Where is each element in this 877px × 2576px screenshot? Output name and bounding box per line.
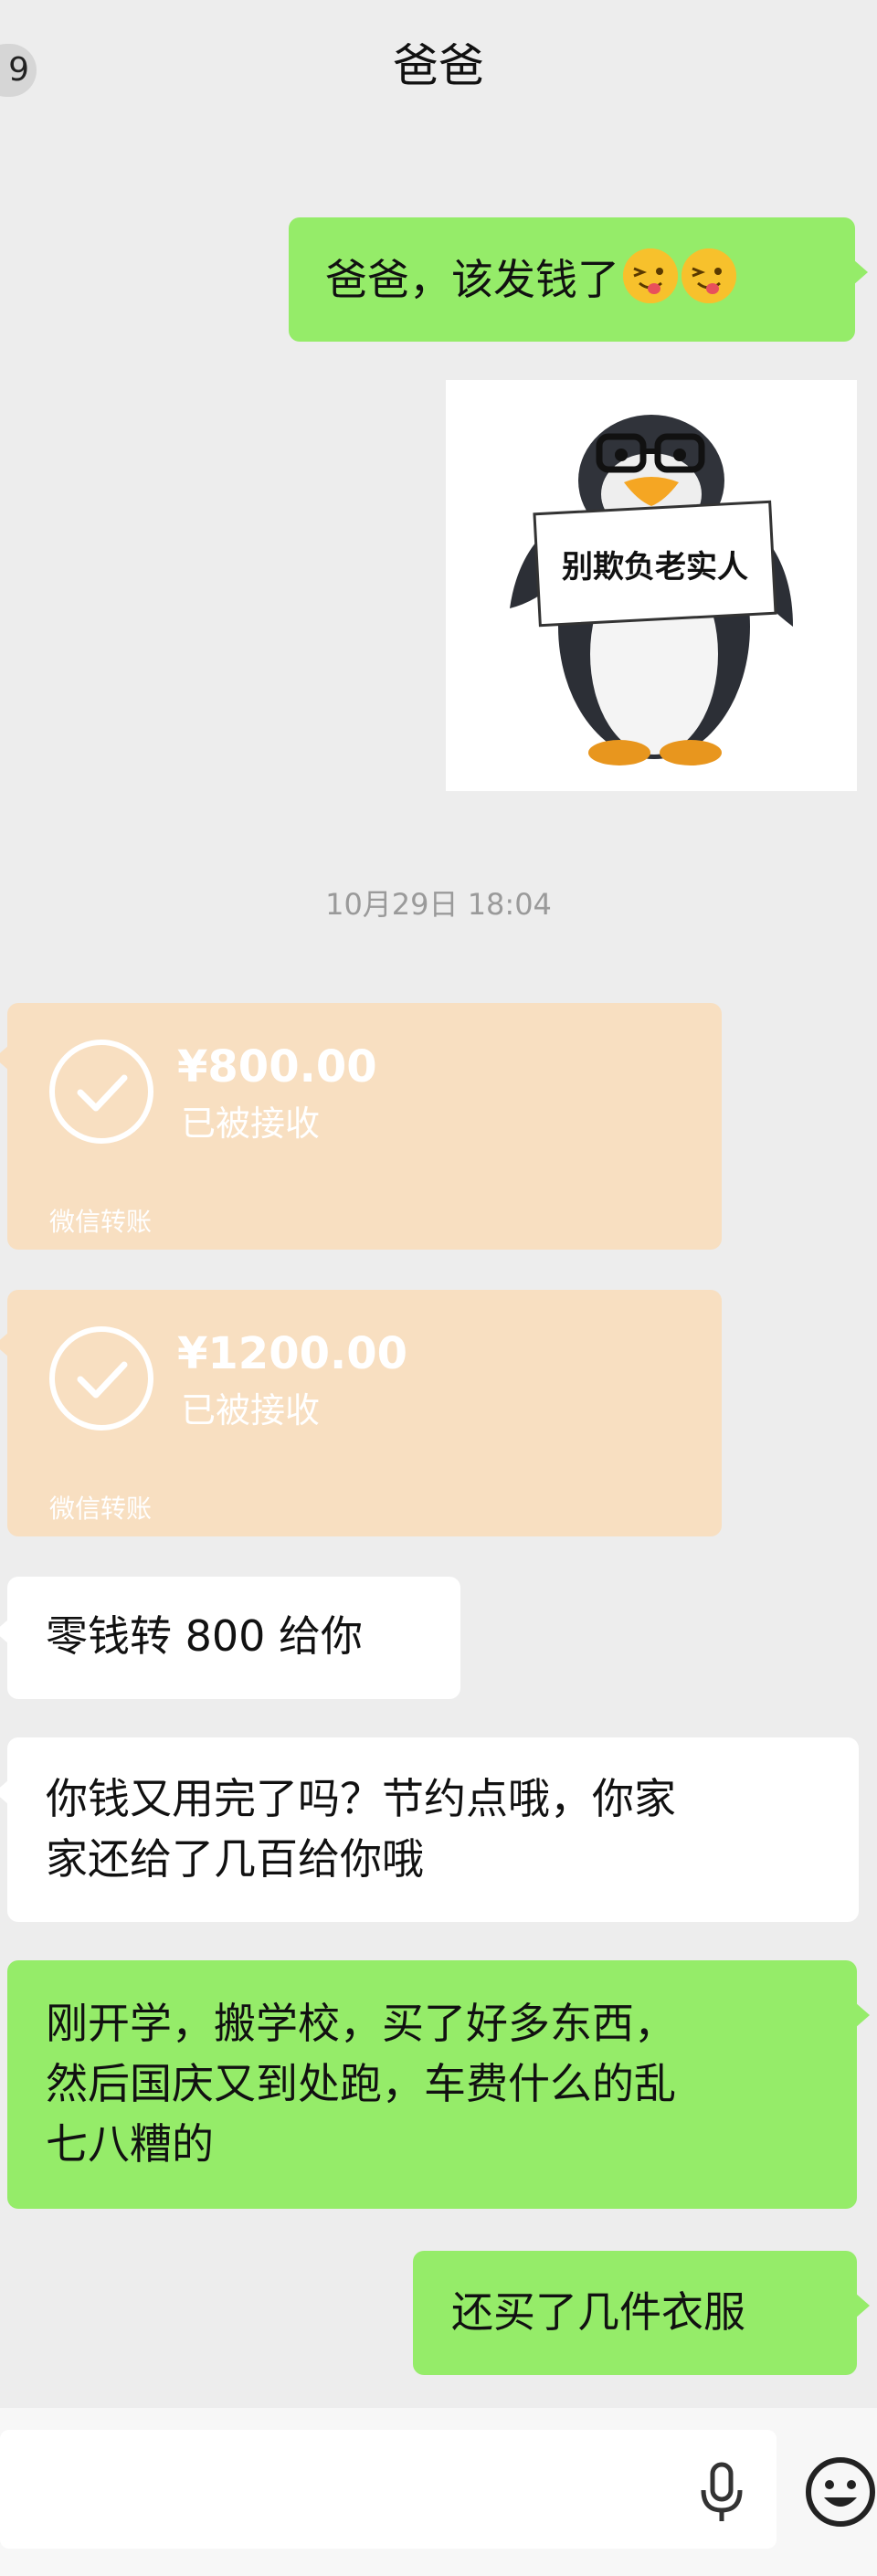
transfer-status: 已被接收 (181, 1103, 321, 1144)
microphone-icon[interactable] (694, 2459, 749, 2525)
squinting-tongue-face-icon (623, 248, 678, 303)
transfer-status: 已被接收 (181, 1390, 321, 1431)
transfer-amount: ¥1200.00 (177, 1328, 408, 1379)
transfer-label: 微信转账 (49, 1207, 153, 1237)
penguin-sticker[interactable]: 别欺负老实人 (446, 380, 857, 791)
message-input[interactable] (0, 2430, 777, 2549)
message-line: 然后国庆又到处跑，车费什么的乱 (46, 2059, 676, 2108)
message-text: 爸爸，该发钱了 (325, 255, 619, 304)
message-bubble-outgoing[interactable]: 刚开学，搬学校，买了好多东西， 然后国庆又到处跑，车费什么的乱 七八糟的 (7, 1960, 870, 2209)
timestamp: 10月29日 18:04 (325, 887, 552, 922)
message-line: 你钱又用完了吗？节约点哦，你家 (46, 1774, 676, 1823)
message-bubble-incoming[interactable]: 你钱又用完了吗？节约点哦，你家 家还给了几百给你哦 (0, 1737, 859, 1922)
message-bubble-incoming[interactable]: 零钱转 800 给你 (0, 1577, 460, 1699)
message-bubble-outgoing[interactable]: 爸爸，该发钱了 (289, 217, 868, 342)
smiley-face-icon[interactable] (804, 2455, 877, 2528)
transfer-amount: ¥800.00 (177, 1041, 377, 1093)
chat-title: 爸爸 (393, 39, 484, 92)
check-icon (49, 1326, 153, 1431)
message-text: 还买了几件衣服 (451, 2287, 745, 2337)
message-bubble-outgoing[interactable]: 还买了几件衣服 (413, 2251, 870, 2375)
message-line: 家还给了几百给你哦 (46, 1834, 424, 1884)
squinting-tongue-face-icon (682, 248, 736, 303)
penguin-icon: 别欺负老实人 (510, 415, 793, 765)
check-icon (49, 1040, 153, 1144)
transfer-card[interactable]: ¥1200.00 已被接收 微信转账 (7, 1290, 722, 1536)
message-line: 刚开学，搬学校，买了好多东西， (46, 1999, 676, 2048)
sticker-caption: 别欺负老实人 (562, 549, 748, 586)
transfer-card[interactable]: ¥800.00 已被接收 微信转账 (7, 1003, 722, 1250)
message-text: 零钱转 800 给你 (46, 1611, 364, 1661)
transfer-label: 微信转账 (49, 1494, 153, 1524)
message-line: 七八糟的 (46, 2119, 214, 2169)
